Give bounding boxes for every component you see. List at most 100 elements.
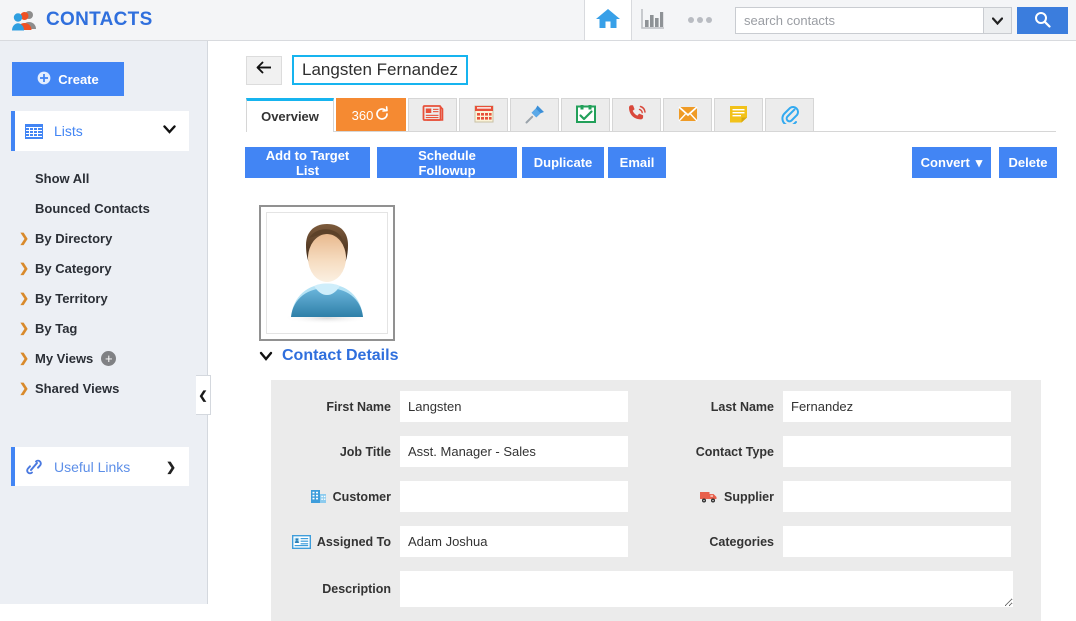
sidebar-item-shared-views[interactable]: ❯ Shared Views — [0, 373, 208, 403]
supplier-input[interactable] — [783, 481, 1011, 512]
field-label-wrap: Supplier — [656, 489, 783, 504]
sidebar-item-by-territory[interactable]: ❯ By Territory — [0, 283, 208, 313]
contact-details-form: First Name Last Name Job Title Contact T… — [271, 380, 1041, 621]
schedule-followup-button[interactable]: Schedule Followup — [377, 147, 517, 178]
plus-circle-icon — [37, 71, 51, 88]
categories-input[interactable] — [783, 526, 1011, 557]
customer-input[interactable] — [400, 481, 628, 512]
last-name-input[interactable] — [783, 391, 1011, 422]
tab-attachments[interactable] — [765, 98, 814, 131]
field-label-wrap: Assigned To — [271, 534, 400, 549]
chevron-right-icon: ❯ — [19, 381, 30, 395]
email-button[interactable]: Email — [608, 147, 666, 178]
truck-icon — [699, 489, 718, 504]
add-view-button[interactable]: + — [101, 350, 117, 366]
search-input[interactable] — [736, 8, 983, 33]
chevron-right-icon: ❯ — [165, 459, 176, 474]
contact-type-input[interactable] — [783, 436, 1011, 467]
form-row: Assigned To Categories — [271, 526, 1041, 557]
tab-overview[interactable]: Overview — [246, 98, 334, 132]
form-row: First Name Last Name — [271, 391, 1041, 422]
contacts-people-icon — [12, 9, 38, 31]
contact-details-section-header[interactable]: Contact Details — [259, 347, 398, 365]
record-title[interactable]: Langsten Fernandez — [292, 55, 468, 85]
field-contact-type: Contact Type — [656, 436, 1041, 467]
tab-documents[interactable] — [408, 98, 457, 131]
paperclip-icon — [780, 103, 800, 127]
field-categories: Categories — [656, 526, 1041, 557]
search-scope-dropdown[interactable] — [983, 8, 1011, 33]
email-icon — [677, 105, 699, 126]
chevron-right-icon: ❯ — [19, 231, 30, 245]
tab-360[interactable]: 360 — [336, 98, 406, 131]
record-action-bar: Add to Target List Schedule Followup Dup… — [245, 147, 1057, 178]
calendar-icon — [473, 104, 495, 127]
tab-pinned[interactable] — [510, 98, 559, 131]
field-label: Customer — [332, 489, 391, 504]
note-icon — [728, 104, 749, 127]
search-submit-button[interactable] — [1017, 7, 1068, 34]
chevron-right-icon: ❯ — [19, 261, 30, 275]
field-label: Job Title — [339, 444, 391, 459]
tab-emails[interactable] — [663, 98, 712, 131]
building-icon — [310, 489, 327, 504]
field-label: Description — [322, 582, 391, 596]
sidebar-item-bounced-contacts[interactable]: Bounced Contacts — [0, 193, 208, 223]
sidebar-collapse-handle[interactable]: ❮ — [196, 375, 211, 415]
form-row: Job Title Contact Type — [271, 436, 1041, 467]
pin-icon — [524, 103, 546, 128]
app-title: CONTACTS — [46, 9, 153, 30]
tab-360-label: 360 — [351, 107, 374, 123]
delete-button[interactable]: Delete — [999, 147, 1057, 178]
field-customer: Customer — [271, 481, 656, 512]
tab-calls[interactable] — [612, 98, 661, 131]
field-job-title: Job Title — [271, 436, 656, 467]
sidebar: Create Lists Show All Bounced Contacts ❯… — [0, 41, 208, 604]
add-to-target-list-button[interactable]: Add to Target List — [245, 147, 370, 178]
sidebar-item-by-category[interactable]: ❯ By Category — [0, 253, 208, 283]
reports-button[interactable] — [640, 9, 666, 33]
avatar-image — [266, 212, 388, 334]
sidebar-item-label: My Views — [35, 350, 94, 366]
toolbar-divider-right — [631, 0, 632, 40]
app-brand: CONTACTS — [12, 0, 153, 40]
create-button[interactable]: Create — [12, 62, 124, 96]
link-icon — [25, 459, 43, 475]
ellipsis-icon — [706, 17, 712, 23]
record-header: Langsten Fernandez — [246, 55, 468, 85]
form-row: Customer Supplier — [271, 481, 1041, 512]
sidebar-item-lists-label: Lists — [54, 123, 83, 139]
sidebar-item-by-directory[interactable]: ❯ By Directory — [0, 223, 208, 253]
assigned-to-input[interactable] — [400, 526, 628, 557]
sidebar-item-lists[interactable]: Lists — [11, 111, 189, 151]
description-input[interactable] — [400, 571, 1013, 607]
ellipsis-icon — [688, 17, 694, 23]
home-button[interactable] — [585, 0, 631, 40]
field-label: Categories — [709, 534, 774, 549]
sidebar-item-by-tag[interactable]: ❯ By Tag — [0, 313, 208, 343]
job-title-input[interactable] — [400, 436, 628, 467]
more-options-button[interactable] — [688, 14, 720, 26]
chevron-right-icon: ❯ — [19, 291, 30, 305]
field-last-name: Last Name — [656, 391, 1041, 422]
form-row: Description — [271, 571, 1041, 607]
record-tabs: Overview 360 — [246, 98, 1056, 132]
tab-notes[interactable] — [714, 98, 763, 131]
sidebar-item-my-views[interactable]: ❯ My Views + — [0, 343, 208, 373]
sidebar-item-label: By Category — [35, 260, 112, 276]
sidebar-item-show-all[interactable]: Show All — [0, 163, 208, 193]
back-button[interactable] — [246, 55, 282, 85]
tab-calendar[interactable] — [459, 98, 508, 131]
duplicate-button[interactable]: Duplicate — [522, 147, 604, 178]
tab-tasks[interactable] — [561, 98, 610, 131]
sidebar-item-useful-links-label: Useful Links — [54, 458, 131, 475]
convert-button[interactable]: Convert ▾ — [912, 147, 991, 178]
sidebar-item-label: By Territory — [35, 290, 108, 306]
convert-button-label: Convert — [920, 155, 970, 170]
sidebar-item-label: Show All — [35, 170, 90, 186]
first-name-input[interactable] — [400, 391, 628, 422]
document-icon — [422, 104, 444, 126]
sidebar-item-useful-links[interactable]: Useful Links ❯ — [11, 447, 189, 486]
field-description: Description — [271, 571, 1013, 607]
chevron-down-icon — [163, 125, 176, 137]
